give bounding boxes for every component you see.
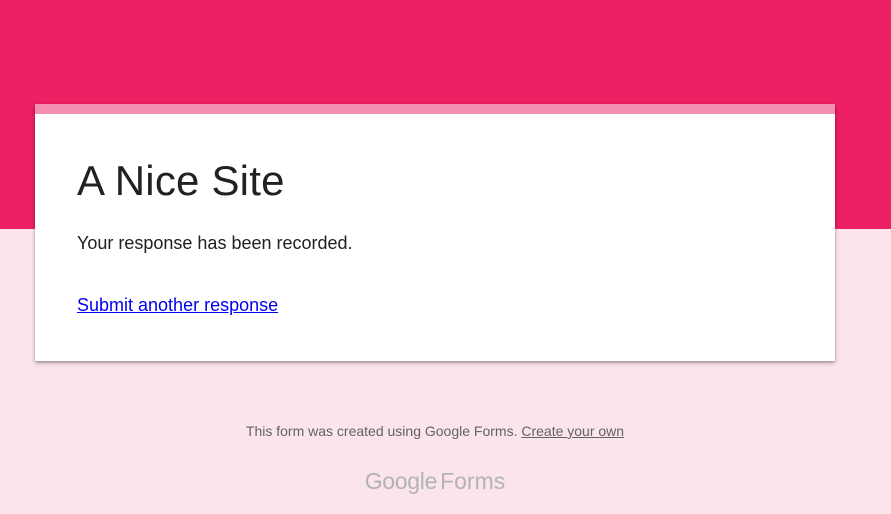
google-forms-logo[interactable]: Google Forms <box>0 466 870 496</box>
footer-notice: This form was created using Google Forms… <box>0 422 870 440</box>
brand-forms-text: Forms <box>440 468 506 494</box>
form-title: A Nice Site <box>77 157 285 204</box>
submit-another-response-link[interactable]: Submit another response <box>77 294 278 316</box>
create-your-own-link[interactable]: Create your own <box>521 423 624 439</box>
card-accent-bar <box>35 104 835 114</box>
confirmation-card: A Nice Site Your response has been recor… <box>35 104 835 361</box>
footer-created-text: This form was created using Google Forms… <box>245 423 522 439</box>
confirmation-message: Your response has been recorded. <box>77 233 353 253</box>
brand-google-text: Google <box>364 468 438 494</box>
